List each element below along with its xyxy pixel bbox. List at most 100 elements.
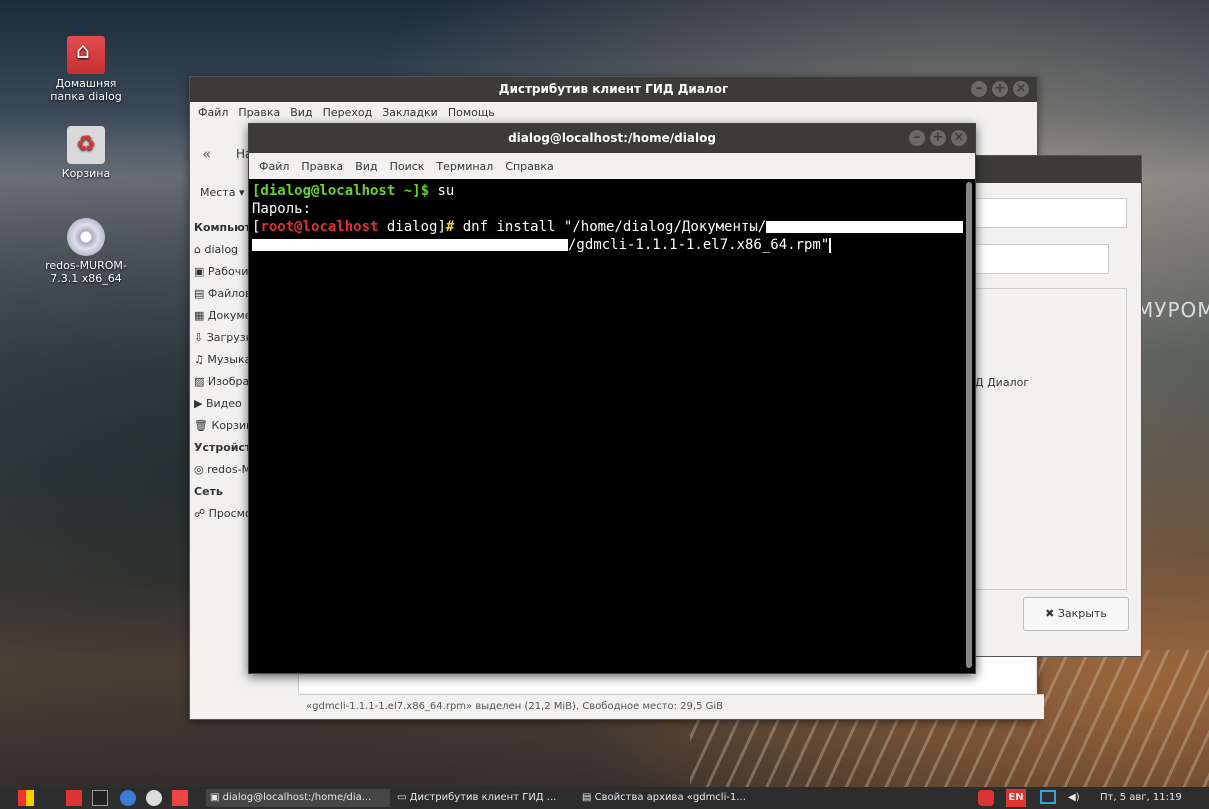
file-manager-titlebar[interactable]: Дистрибутив клиент ГИД Диалог – + × — [190, 77, 1037, 102]
start-menu-icon[interactable] — [18, 790, 34, 806]
sidebar-header-network: Сеть — [194, 485, 223, 498]
keyboard-layout-indicator[interactable]: EN — [1006, 789, 1026, 807]
terminal-screen[interactable]: [dialog@localhost ~]$ su Пароль: [root@l… — [252, 182, 963, 671]
app-icon[interactable] — [172, 790, 188, 806]
terminal-menubar: Файл Правка Вид Поиск Терминал Справка — [249, 153, 975, 179]
clock[interactable]: Пт, 5 авг, 11:19 — [1100, 789, 1209, 807]
command-text: dnf install "/home/dialog/Документы/ — [454, 219, 767, 235]
browser-icon[interactable] — [120, 790, 136, 806]
terminal-line: /gdmcli-1.1.1-1.el7.x86_64.rpm" — [252, 236, 963, 254]
terminal-title: dialog@localhost:/home/dialog — [508, 131, 716, 145]
task-file-manager[interactable]: ▭ Дистрибутив клиент ГИД ... — [393, 789, 575, 807]
package-icon[interactable] — [978, 790, 994, 806]
menu-terminal[interactable]: Терминал — [436, 160, 493, 173]
terminal-titlebar[interactable]: dialog@localhost:/home/dialog – + × — [249, 124, 975, 153]
sidebar-header-devices: Устройства — [194, 441, 254, 454]
archive-name-field[interactable] — [975, 198, 1127, 228]
desktop-icon-home[interactable]: Домашняя папка dialog — [38, 36, 134, 103]
sidebar-header-computer: Компьютер — [194, 221, 254, 234]
task-archive-dialog[interactable]: ▤ Свойства архива «gdmcli-1... — [578, 789, 772, 807]
taskbar: ▣ dialog@localhost:/home/dia... ▭ Дистри… — [0, 787, 1209, 809]
places-label: Места — [200, 186, 236, 199]
home-folder-icon — [67, 36, 105, 74]
sidebar: Компьютер ⌂ dialog ▣ Рабочий стол ▤ Файл… — [194, 217, 254, 525]
desktop-icon-label: Домашняя папка dialog — [50, 77, 122, 103]
search-icon[interactable] — [146, 790, 162, 806]
sidebar-item-music[interactable]: ♫ Музыка — [194, 349, 254, 371]
sidebar-item-filesystem[interactable]: ▤ Файловая система — [194, 283, 254, 305]
menu-edit[interactable]: Правка — [301, 160, 343, 173]
menu-file[interactable]: Файл — [259, 160, 289, 173]
window-title: Дистрибутив клиент ГИД Диалог — [498, 82, 729, 96]
menu-help[interactable]: Справка — [505, 160, 553, 173]
sidebar-item-label: Музыка — [207, 353, 252, 366]
task-label: Свойства архива «gdmcli-1... — [594, 792, 746, 803]
launcher-icon[interactable] — [66, 790, 82, 806]
menu-go[interactable]: Переход — [323, 106, 373, 119]
sidebar-item-label: dialog — [204, 243, 239, 256]
sidebar-item-home[interactable]: ⌂ dialog — [194, 239, 254, 261]
sidebar-item-videos[interactable]: ▶ Видео — [194, 393, 254, 415]
archive-info-panel — [975, 288, 1127, 590]
desktop-icon-trash[interactable]: Корзина — [38, 126, 134, 180]
task-label: Дистрибутив клиент ГИД ... — [409, 792, 557, 803]
task-terminal[interactable]: ▣ dialog@localhost:/home/dia... — [206, 789, 390, 807]
sidebar-item-network[interactable]: ☍ Просмотр сети — [194, 503, 254, 525]
sidebar-item-desktop[interactable]: ▣ Рабочий стол — [194, 261, 254, 283]
terminal-line: [root@localhost dialog]# dnf install "/h… — [252, 218, 963, 236]
status-bar: «gdmcli-1.1.1-1.el7.x86_64.rpm» выделен … — [298, 694, 1044, 719]
archive-info-label: Д Диалог — [975, 376, 1030, 389]
root-prompt: root@localhost — [260, 219, 379, 235]
menu-help[interactable]: Помощь — [448, 106, 495, 119]
close-button-label: Закрыть — [1057, 607, 1107, 620]
menu-edit[interactable]: Правка — [238, 106, 280, 119]
volume-icon[interactable]: ◀) — [1068, 789, 1082, 807]
close-dialog-button[interactable]: ✖ Закрыть — [1023, 597, 1129, 631]
sidebar-item-pictures[interactable]: ▨ Изображения — [194, 371, 254, 393]
file-manager-menubar: Файл Правка Вид Переход Закладки Помощь — [190, 102, 1037, 122]
task-label: dialog@localhost:/home/dia... — [222, 792, 372, 803]
command-text: /gdmcli-1.1.1-1.el7.x86_64.rpm" — [568, 237, 830, 253]
wallpaper-text: МУРОМ — [1136, 298, 1209, 322]
terminal-window: dialog@localhost:/home/dialog – + × Файл… — [248, 123, 976, 674]
command-text: su — [429, 183, 455, 199]
cd-icon — [67, 218, 105, 256]
redacted-path — [252, 239, 568, 251]
sidebar-item-documents[interactable]: ▦ Документы — [194, 305, 254, 327]
user-prompt: [dialog@localhost ~]$ — [252, 183, 430, 199]
close-button[interactable]: × — [951, 130, 967, 146]
archive-location-field[interactable] — [975, 244, 1109, 274]
maximize-button[interactable]: + — [992, 81, 1008, 97]
desktop-icon-label: Корзина — [61, 167, 111, 180]
terminal-scrollbar[interactable] — [966, 182, 972, 668]
terminal-line: [dialog@localhost ~]$ su — [252, 182, 963, 200]
trash-icon — [67, 126, 105, 164]
desktop-icon-disc[interactable]: redos-MUROM-7.3.1 x86_64 — [38, 218, 134, 285]
desktop-icon-label: redos-MUROM-7.3.1 x86_64 — [45, 259, 127, 285]
dialog-titlebar[interactable] — [975, 156, 1141, 183]
redacted-path — [766, 221, 963, 233]
sidebar-item-trash[interactable]: 🗑 Корзина — [194, 415, 254, 437]
minimize-button[interactable]: – — [909, 130, 925, 146]
terminal-line: Пароль: — [252, 201, 312, 217]
prompt-dir: dialog] — [378, 219, 446, 235]
menu-file[interactable]: Файл — [198, 106, 228, 119]
menu-view[interactable]: Вид — [290, 106, 312, 119]
network-icon[interactable] — [1040, 790, 1056, 804]
close-button[interactable]: × — [1013, 81, 1029, 97]
archive-properties-dialog: Д Диалог ✖ Закрыть — [974, 155, 1142, 657]
menu-bookmarks[interactable]: Закладки — [382, 106, 438, 119]
text-cursor — [829, 237, 832, 253]
menu-view[interactable]: Вид — [355, 160, 377, 173]
sidebar-item-label: redos-MUROM-7.3.1 x86_64 — [207, 463, 254, 476]
back-icon[interactable]: « — [202, 145, 211, 163]
sidebar-item-label: Загрузки — [206, 331, 254, 344]
sidebar-item-downloads[interactable]: ⇩ Загрузки — [194, 327, 254, 349]
maximize-button[interactable]: + — [930, 130, 946, 146]
sidebar-item-disc[interactable]: ◎ redos-MUROM-7.3.1 x86_64 — [194, 459, 254, 481]
sidebar-item-label: Видео — [205, 397, 242, 410]
terminal-launcher-icon[interactable] — [92, 790, 108, 806]
minimize-button[interactable]: – — [971, 81, 987, 97]
places-dropdown[interactable]: Места ▾ — [200, 186, 245, 199]
menu-search[interactable]: Поиск — [390, 160, 425, 173]
